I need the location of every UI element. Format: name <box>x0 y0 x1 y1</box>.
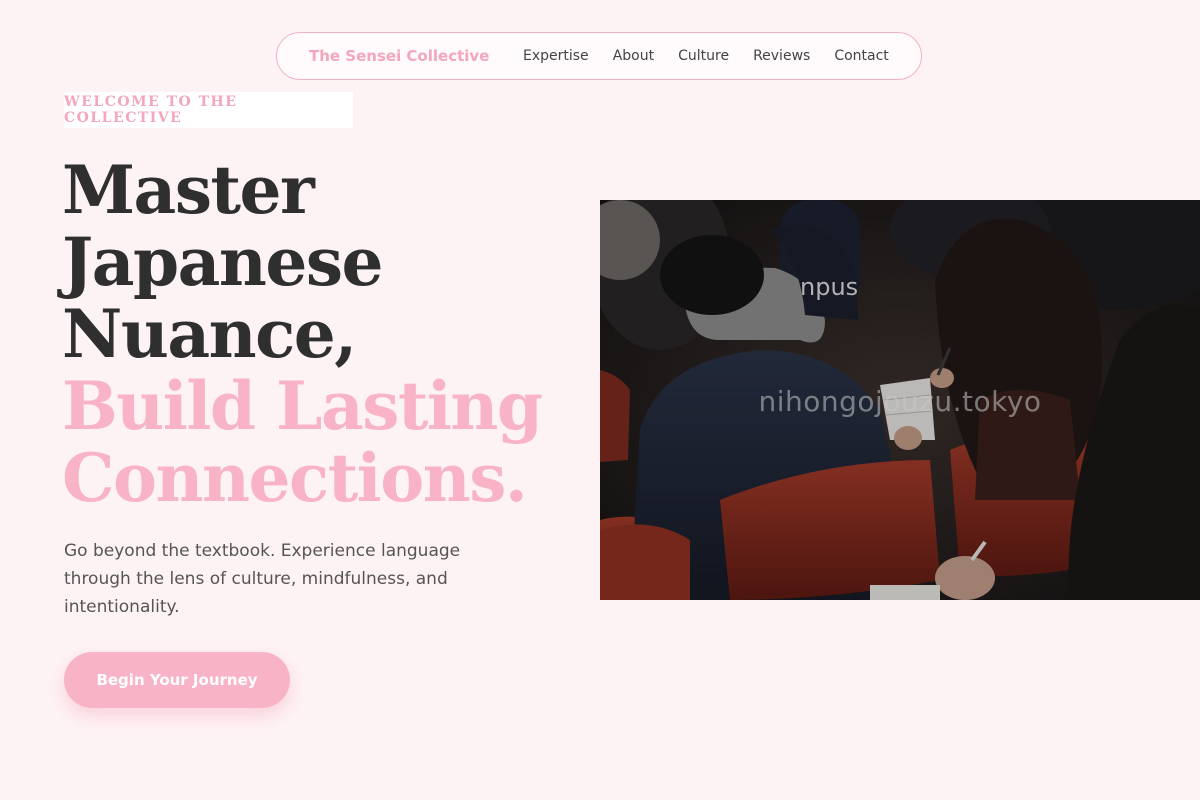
nav-link-about[interactable]: About <box>613 46 654 66</box>
top-navigation: The Sensei Collective Expertise About Cu… <box>276 32 922 80</box>
nav-link-reviews[interactable]: Reviews <box>753 46 810 66</box>
hero-subtext: Go beyond the textbook. Experience langu… <box>64 541 461 617</box>
headline-line-build-lasting: Build Lasting <box>62 367 543 445</box>
nav-link-contact[interactable]: Contact <box>834 46 888 66</box>
begin-journey-button[interactable]: Begin Your Journey <box>64 652 290 708</box>
photo-watermark: nihongojouzu.tokyo <box>758 385 1042 418</box>
hero-headline: Master Japanese Nuance, Build Lasting Co… <box>62 154 582 514</box>
headline-line-master: Master <box>62 151 315 229</box>
headline-line-connections: Connections. <box>62 439 528 517</box>
headline-line-japanese: Japanese <box>62 223 384 301</box>
brand-logo-link[interactable]: The Sensei Collective <box>309 45 489 67</box>
landing-page: The Sensei Collective Expertise About Cu… <box>0 0 1200 800</box>
headline-line-nuance: Nuance, <box>62 295 357 373</box>
nav-link-expertise[interactable]: Expertise <box>523 46 589 66</box>
nav-links: Expertise About Culture Reviews Contact <box>523 46 889 66</box>
nav-link-culture[interactable]: Culture <box>678 46 729 66</box>
welcome-badge: WELCOME TO THE COLLECTIVE <box>64 92 353 128</box>
hero-photo: npus nihongojouzu.tokyo <box>600 200 1200 600</box>
